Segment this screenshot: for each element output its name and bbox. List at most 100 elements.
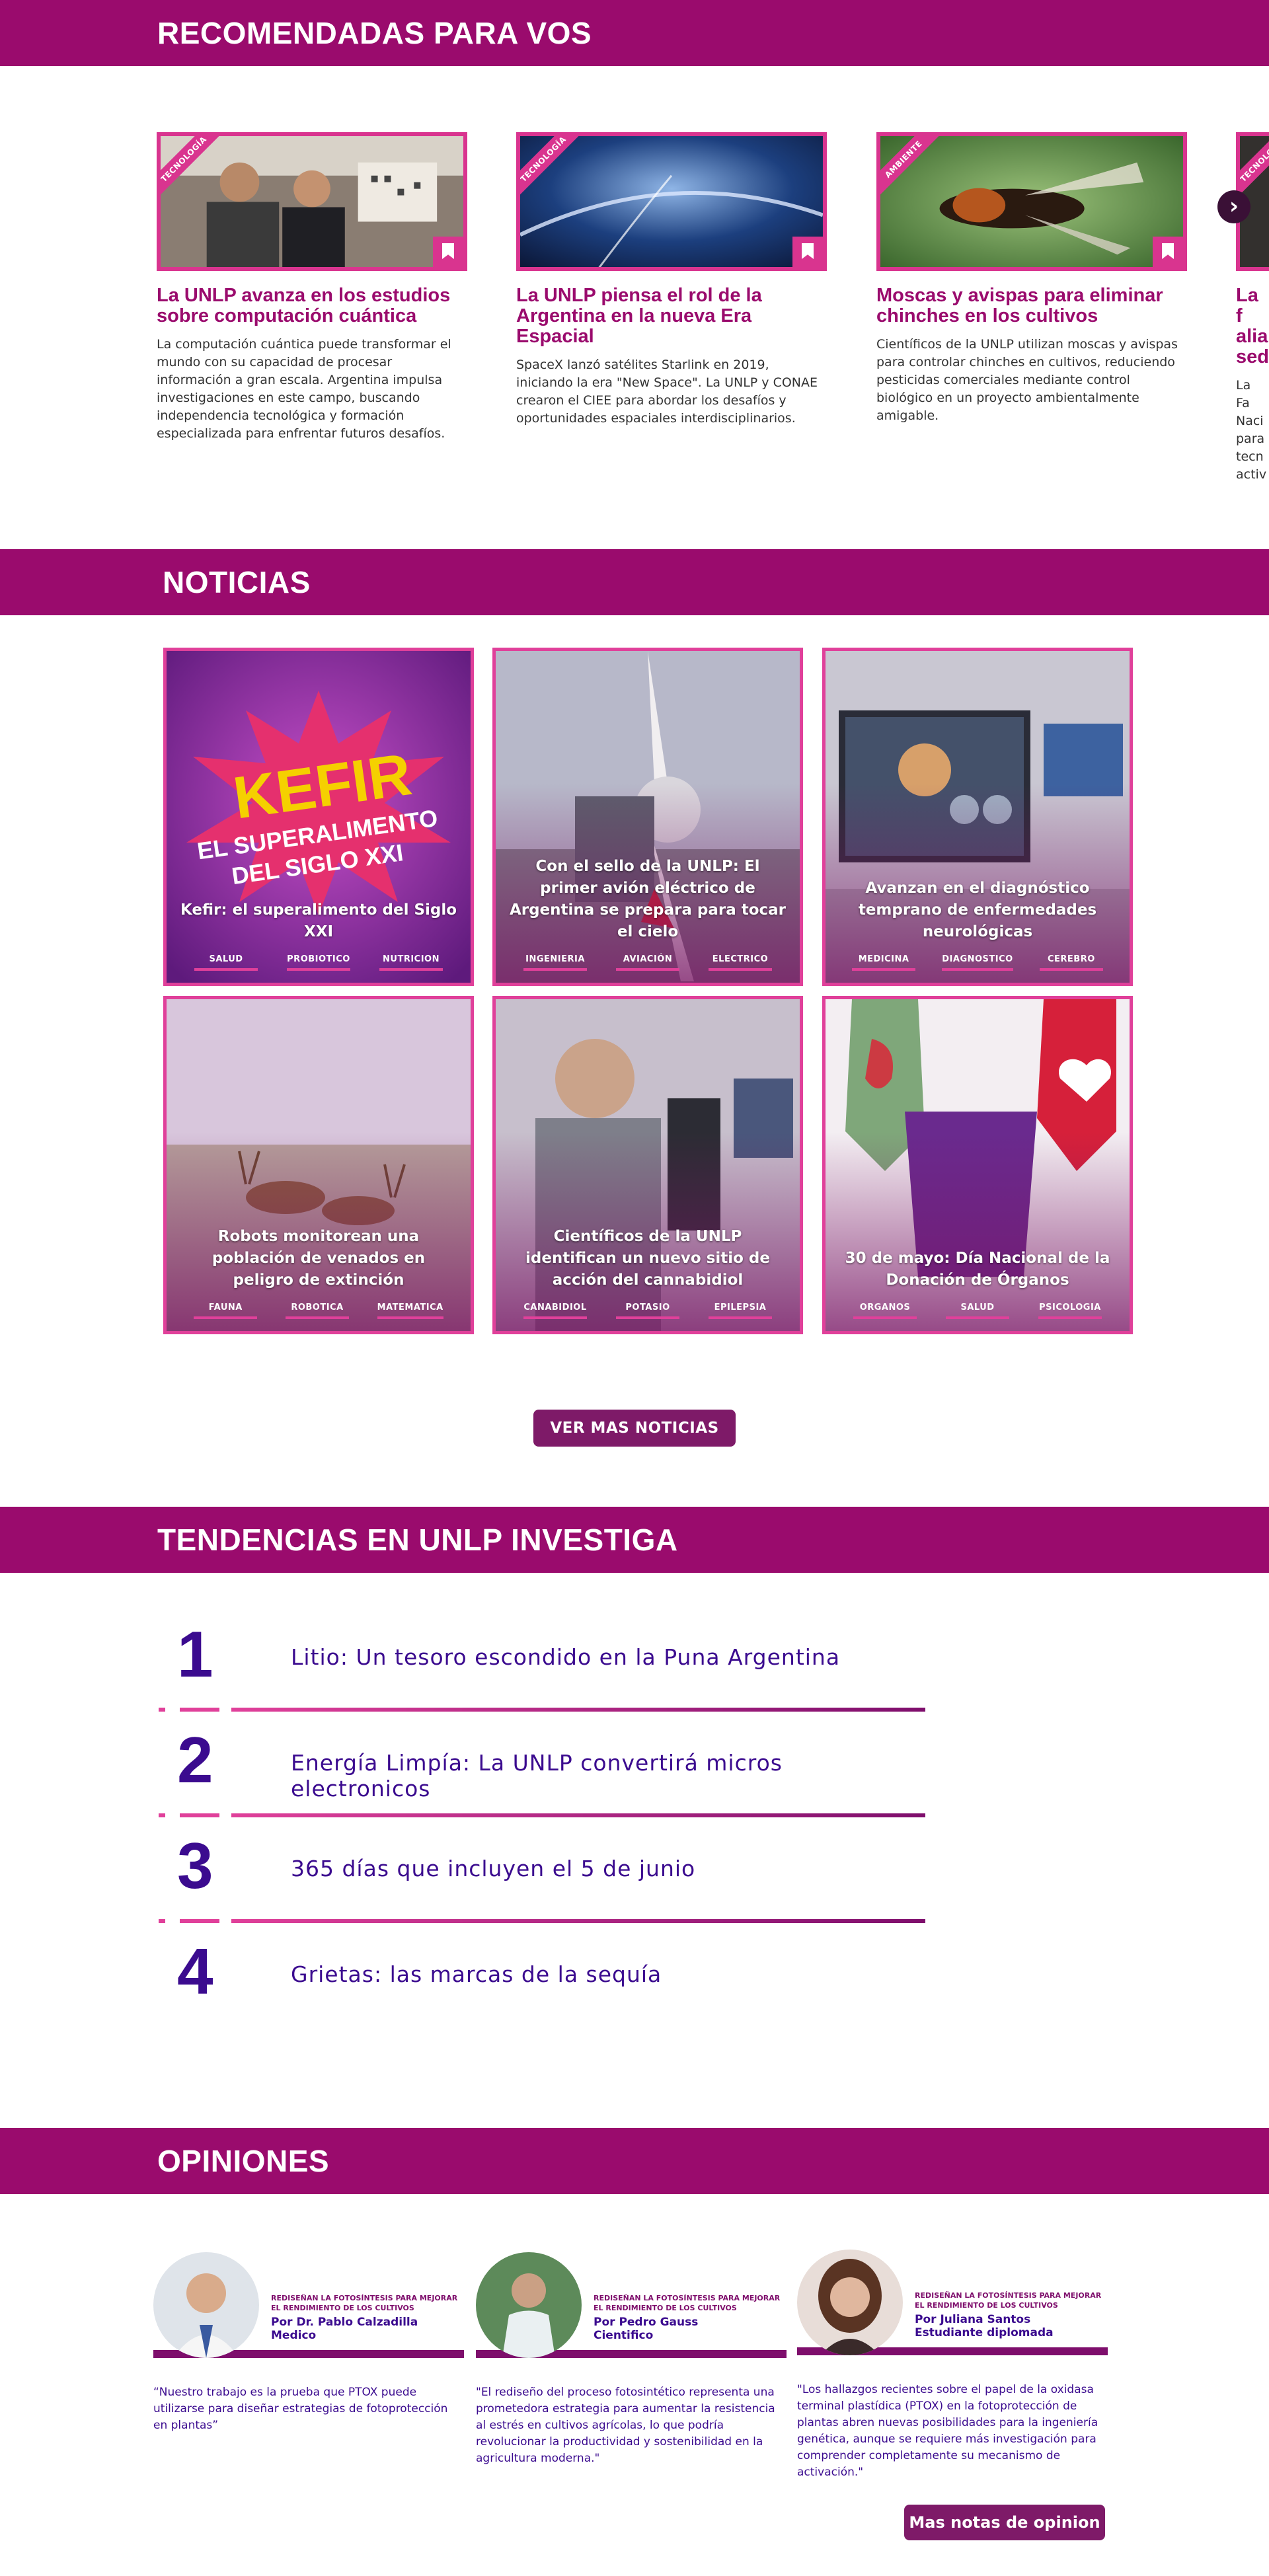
bookmark-icon[interactable] (1153, 237, 1183, 267)
opinion-card[interactable]: REDISEÑAN LA FOTOSÍNTESIS PARA MEJORAR E… (153, 2252, 464, 2434)
news-tags: INGENIERIA AVIACIÓN ELECTRICO (509, 954, 787, 971)
rec-card[interactable]: AMBIENTE Moscas y avispas para eliminar … (876, 132, 1187, 425)
rec-card-image[interactable]: TECNOLOGÍA (516, 132, 827, 271)
mas-notas-opinion-button[interactable]: Mas notas de opinion >> (904, 2505, 1105, 2567)
news-tag[interactable]: ORGANOS (853, 1303, 917, 1319)
news-tag[interactable]: MATEMATICA (377, 1303, 443, 1319)
avatar-scientist (476, 2252, 582, 2358)
recomendadas-header: RECOMENDADAS PARA VOS (0, 0, 1269, 66)
trend-title[interactable]: Grietas: las marcas de la sequía (291, 1961, 662, 1987)
news-tag[interactable]: ELECTRICO (709, 954, 772, 971)
avatar-doctor (153, 2252, 259, 2358)
news-title[interactable]: Kefir: el superalimento del Siglo XXI (180, 899, 457, 943)
news-tag[interactable]: MEDICINA (852, 954, 916, 971)
trend-item[interactable]: 1 Litio: Un tesoro escondido en la Puna … (159, 1607, 925, 1713)
carousel-next-icon[interactable]: › (1217, 190, 1250, 223)
trend-title[interactable]: Energía Limpía: La UNLP convertirá micro… (291, 1750, 925, 1801)
rec-card-title[interactable]: La UNLP piensa el rol de la Argentina en… (516, 285, 827, 347)
news-card[interactable]: Robots monitorean una población de venad… (163, 996, 474, 1334)
photo-insect (880, 136, 1183, 267)
news-tag[interactable]: CANABIDIOL (523, 1303, 587, 1319)
opinion-quote: "Los hallazgos recientes sobre el papel … (797, 2383, 1098, 2479)
trend-item[interactable]: 3 365 días que incluyen el 5 de junio (159, 1819, 925, 1924)
news-tag[interactable]: INGENIERIA (523, 954, 587, 971)
opinion-author: Por Pedro Gauss (594, 2316, 699, 2329)
avatar (797, 2250, 903, 2355)
news-tag[interactable]: SALUD (194, 954, 258, 971)
news-tag[interactable]: AVIACIÓN (616, 954, 679, 971)
rec-card-image[interactable]: AMBIENTE (876, 132, 1187, 271)
news-tag[interactable]: POTASIO (616, 1303, 679, 1319)
news-title[interactable]: Científicos de la UNLP identifican un nu… (509, 1226, 787, 1291)
opinion-topic[interactable]: REDISEÑAN LA FOTOSÍNTESIS PARA MEJORAR E… (594, 2293, 787, 2313)
news-tags: ORGANOS SALUD PSICOLOGIA (839, 1303, 1116, 1319)
rec-card-text: SpaceX lanzó satélites Starlink en 2019,… (516, 358, 818, 426)
trend-title[interactable]: 365 días que incluyen el 5 de junio (291, 1856, 695, 1881)
news-tag[interactable]: FAUNA (194, 1303, 258, 1319)
opinion-author: Por Juliana Santos (915, 2313, 1031, 2326)
opiniones-header: OPINIONES (0, 2128, 1269, 2194)
trend-number: 4 (177, 1935, 213, 2008)
noticias-title: NOTICIAS (163, 565, 311, 599)
opinion-quote: “Nuestro trabajo es la prueba que PTOX p… (153, 2386, 448, 2432)
opinion-role: Estudiante diplomada (915, 2326, 1054, 2339)
opinion-topic[interactable]: REDISEÑAN LA FOTOSÍNTESIS PARA MEJORAR E… (915, 2291, 1108, 2310)
opinion-quote: "El rediseño del proceso fotosintético r… (476, 2386, 775, 2465)
news-title[interactable]: Avanzan en el diagnóstico temprano de en… (839, 878, 1116, 943)
shade (826, 1131, 1130, 1331)
opinion-role: Medico (271, 2329, 317, 2342)
ver-mas-noticias-button[interactable]: VER MAS NOTICIAS (533, 1410, 736, 1447)
news-tag[interactable]: PSICOLOGIA (1038, 1303, 1102, 1319)
trend-number: 1 (177, 1618, 213, 1690)
rec-card-title[interactable]: Moscas y avispas para eliminar chinches … (876, 285, 1187, 326)
rec-card-title[interactable]: La UNLP avanza en los estudios sobre com… (157, 285, 467, 326)
bookmark-icon[interactable] (792, 237, 823, 267)
rec-card-clipped[interactable]: TECNOLOGÍA La f alia sed La Fa Naci para… (1236, 132, 1269, 489)
opiniones-title: OPINIONES (157, 2144, 330, 2178)
news-tags: SALUD PROBIOTICO NUTRICION (180, 954, 457, 971)
rec-card-text: La computación cuántica puede transforma… (157, 337, 451, 441)
recomendadas-title: RECOMENDADAS PARA VOS (157, 16, 592, 50)
rec-card-title[interactable]: La f alia sed (1236, 285, 1269, 367)
avatar-student (797, 2250, 903, 2355)
news-tag[interactable]: ROBOTICA (285, 1303, 349, 1319)
news-tag[interactable]: CEREBRO (1039, 954, 1103, 971)
bookmark-icon[interactable] (433, 237, 463, 267)
avatar (476, 2252, 582, 2358)
trend-title[interactable]: Litio: Un tesoro escondido en la Puna Ar… (291, 1644, 840, 1670)
opinion-card[interactable]: REDISEÑAN LA FOTOSÍNTESIS PARA MEJORAR E… (476, 2252, 787, 2467)
news-title[interactable]: Robots monitorean una población de venad… (180, 1226, 457, 1291)
photo-space (520, 136, 823, 267)
news-tag[interactable]: DIAGNOSTICO (942, 954, 1013, 971)
trend-item[interactable]: 2 Energía Limpía: La UNLP convertirá mic… (159, 1713, 925, 1819)
opinion-author: Por Dr. Pablo Calzadilla (271, 2316, 418, 2329)
news-card[interactable]: Científicos de la UNLP identifican un nu… (492, 996, 803, 1334)
rec-card[interactable]: TECNOLOGÍA La UNLP avanza en los estudio… (157, 132, 467, 443)
rec-card-text: La Fa Naci para tecn activ (1236, 378, 1267, 482)
news-tag[interactable]: PROBIOTICO (287, 954, 350, 971)
news-card[interactable]: 30 de mayo: Día Nacional de la Donación … (822, 996, 1133, 1334)
news-tags: FAUNA ROBOTICA MATEMATICA (180, 1303, 457, 1319)
news-title[interactable]: Con el sello de la UNLP: El primer avión… (509, 856, 787, 943)
news-card[interactable]: KEFIR EL SUPERALIMENTO DEL SIGLO XXI Kef… (163, 648, 474, 986)
trend-number: 2 (177, 1724, 213, 1796)
trend-number: 3 (177, 1829, 213, 1902)
trend-divider (159, 1813, 925, 1817)
news-title[interactable]: 30 de mayo: Día Nacional de la Donación … (839, 1248, 1116, 1291)
news-card[interactable]: Avanzan en el diagnóstico temprano de en… (822, 648, 1133, 986)
rec-card-text: Científicos de la UNLP utilizan moscas y… (876, 337, 1178, 423)
news-card[interactable]: Con el sello de la UNLP: El primer avión… (492, 648, 803, 986)
rec-card-image[interactable]: TECNOLOGÍA (157, 132, 467, 271)
tendencias-header: TENDENCIAS EN UNLP INVESTIGA (0, 1507, 1269, 1573)
news-tag[interactable]: EPILEPSIA (709, 1303, 772, 1319)
rec-card[interactable]: TECNOLOGÍA La UNLP piensa el rol de la A… (516, 132, 827, 428)
trend-item[interactable]: 4 Grietas: las marcas de la sequía (159, 1924, 925, 2030)
opinion-role: Cientifico (594, 2329, 654, 2342)
opinion-topic[interactable]: REDISEÑAN LA FOTOSÍNTESIS PARA MEJORAR E… (271, 2293, 464, 2313)
news-tag[interactable]: NUTRICION (379, 954, 443, 971)
avatar (153, 2252, 259, 2358)
opinion-card[interactable]: REDISEÑAN LA FOTOSÍNTESIS PARA MEJORAR E… (797, 2250, 1108, 2481)
news-tags: CANABIDIOL POTASIO EPILEPSIA (509, 1303, 787, 1319)
news-tag[interactable]: SALUD (946, 1303, 1009, 1319)
tendencias-title: TENDENCIAS EN UNLP INVESTIGA (157, 1523, 678, 1557)
